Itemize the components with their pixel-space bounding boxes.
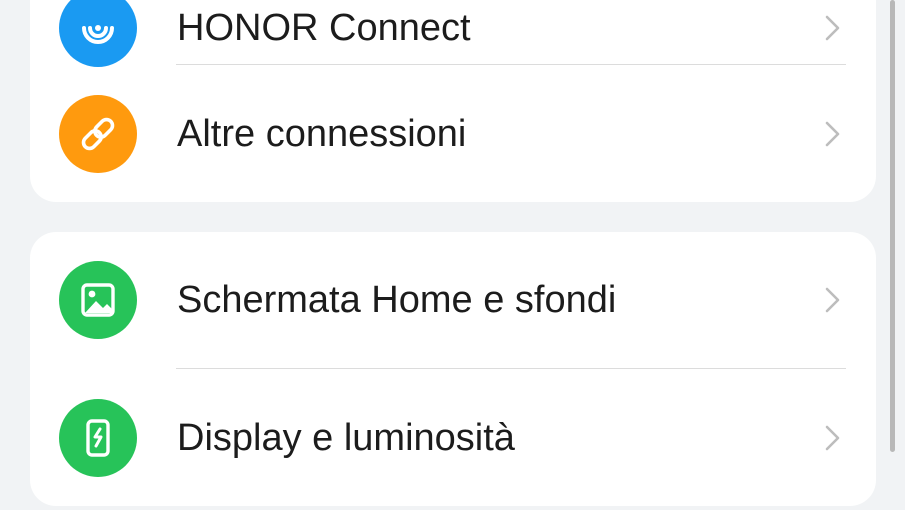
settings-item-label: Schermata Home e sfondi (177, 279, 617, 321)
honor-connect-icon (59, 0, 137, 67)
settings-item-home-sfondi[interactable]: Schermata Home e sfondi (30, 232, 876, 368)
chevron-right-icon (825, 121, 840, 147)
chevron-right-icon (825, 15, 840, 41)
chevron-right-icon (825, 425, 840, 451)
scrollbar[interactable] (890, 0, 895, 452)
settings-item-altre-connessioni[interactable]: Altre connessioni (30, 66, 876, 202)
image-icon (59, 261, 137, 339)
phone-brightness-icon (59, 399, 137, 477)
link-icon (59, 95, 137, 173)
settings-item-label: Display e luminosità (177, 417, 515, 459)
settings-screen: HONOR Connect Altre connessioni Schermat… (0, 0, 905, 510)
settings-group-connections: HONOR Connect Altre connessioni (30, 0, 876, 202)
divider (176, 368, 846, 369)
settings-item-label: Altre connessioni (177, 113, 467, 155)
chevron-right-icon (825, 287, 840, 313)
settings-group-display: Schermata Home e sfondi Display e lumino… (30, 232, 876, 506)
divider (176, 64, 846, 65)
settings-item-display-luminosita[interactable]: Display e luminosità (30, 370, 876, 506)
